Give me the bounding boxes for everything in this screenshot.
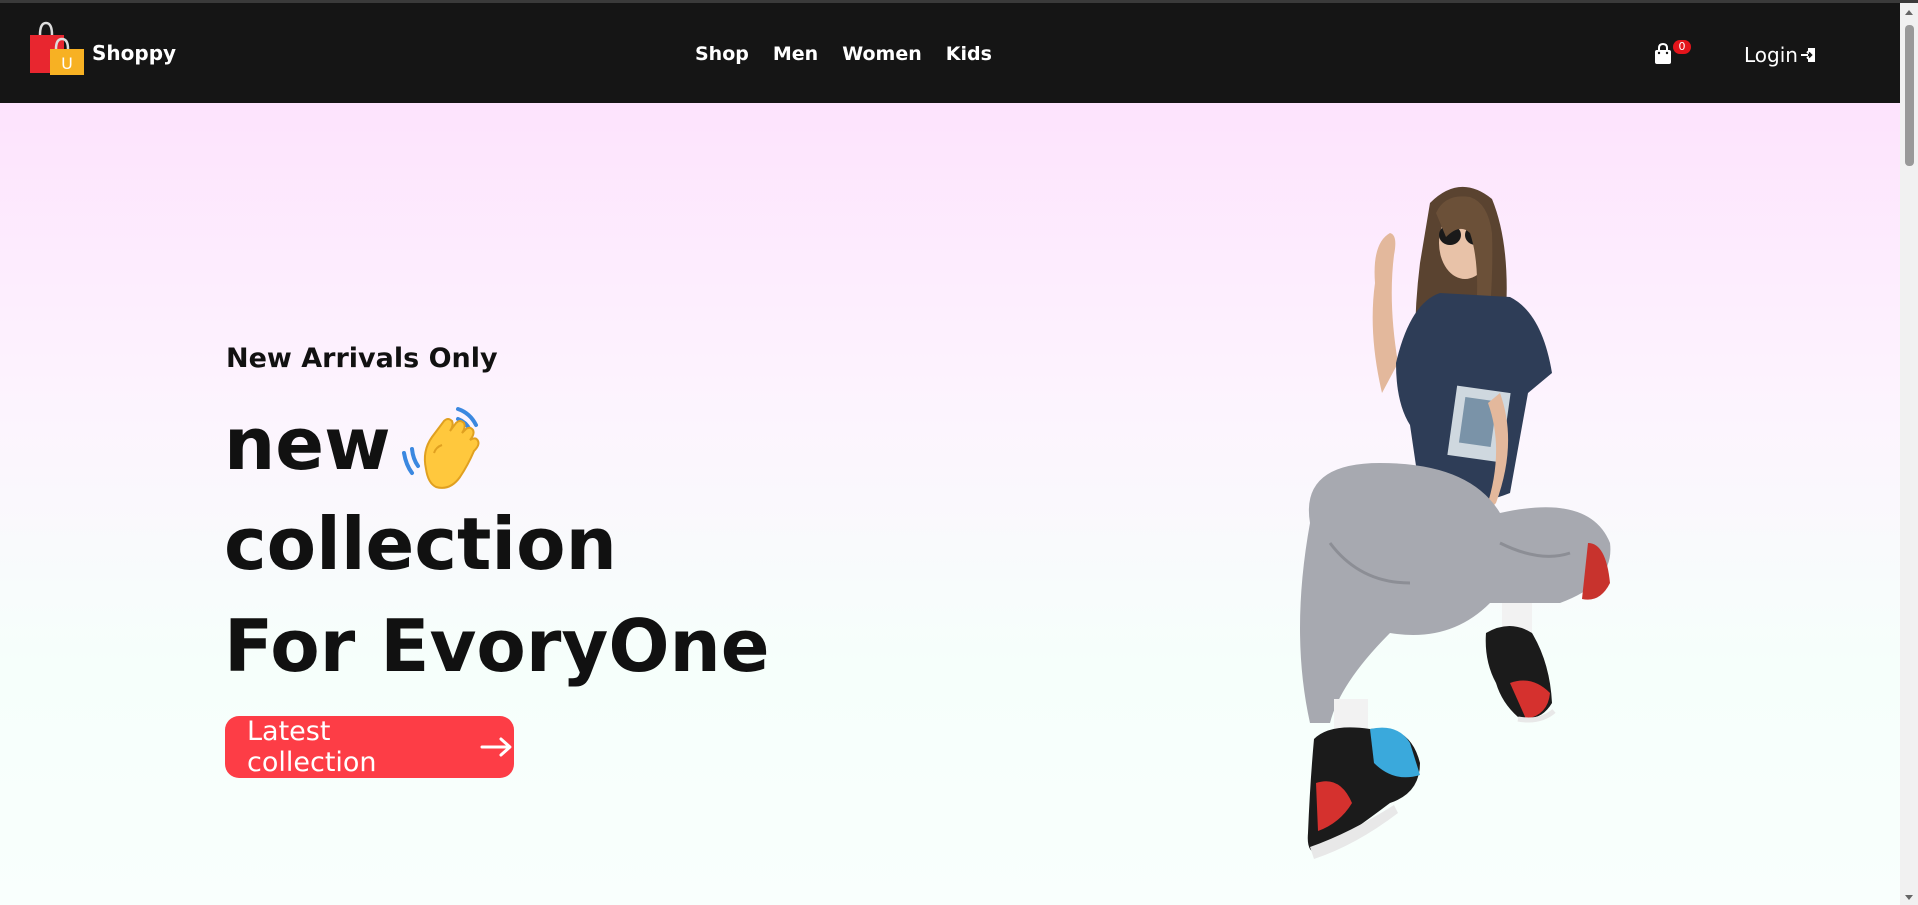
hero-section: New Arrivals Only new collection For Evo… [0, 103, 1900, 905]
navbar: U Shoppy Shop Men Women Kids 0 Login [0, 3, 1900, 103]
login-button[interactable]: Login [1744, 43, 1816, 67]
cart-count-badge: 0 [1673, 40, 1691, 54]
nav-link-kids[interactable]: Kids [946, 43, 992, 65]
nav-link-women[interactable]: Women [842, 43, 922, 65]
scroll-up-arrow-icon[interactable] [1904, 7, 1914, 17]
hero-model-image [1300, 186, 1611, 859]
nav-link-shop[interactable]: Shop [695, 43, 749, 65]
shopping-bags-icon: U [30, 21, 84, 75]
hero-headline-line3: For EvoryOne [224, 604, 770, 688]
cart-button[interactable]: 0 [1653, 40, 1693, 71]
sign-in-icon [1800, 48, 1815, 62]
waving-hand-icon [402, 407, 480, 489]
shopping-bag-icon [1655, 43, 1671, 64]
nav-link-men[interactable]: Men [773, 43, 818, 65]
scroll-down-arrow-icon[interactable] [1904, 893, 1914, 903]
brand-name: Shoppy [92, 41, 177, 65]
hero-headline-line1: new [224, 402, 391, 486]
arrow-right-icon [480, 737, 512, 757]
logo-letter: U [61, 54, 73, 73]
vertical-scrollbar[interactable] [1900, 3, 1918, 905]
logo[interactable]: U Shoppy [26, 19, 176, 79]
scrollbar-thumb[interactable] [1905, 25, 1914, 166]
hero-headline-line2: collection [224, 502, 617, 586]
hero-tagline: New Arrivals Only [226, 343, 498, 374]
latest-collection-button[interactable]: Latest collection [225, 716, 514, 778]
login-label: Login [1744, 43, 1798, 67]
latest-collection-label: Latest collection [247, 716, 377, 778]
nav-links: Shop Men Women Kids [695, 43, 992, 65]
